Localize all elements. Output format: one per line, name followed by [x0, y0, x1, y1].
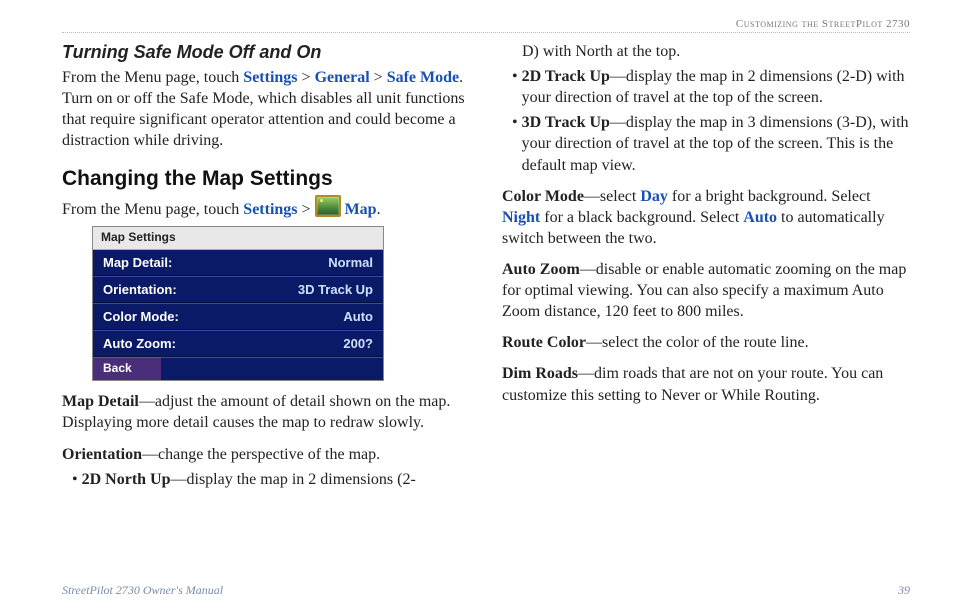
bullet-body: 2D North Up—display the map in 2 dimensi… — [82, 469, 470, 490]
device-row-value: 3D Track Up — [298, 281, 373, 298]
device-row: Auto Zoom: 200? — [93, 330, 383, 357]
device-row: Map Detail: Normal — [93, 250, 383, 276]
device-body: Map Detail: Normal Orientation: 3D Track… — [93, 250, 383, 358]
term-color-mode: Color Mode — [502, 188, 584, 205]
device-row-value: Normal — [328, 254, 373, 271]
link-settings: Settings — [243, 201, 297, 218]
dash: — — [610, 114, 626, 131]
left-column: Turning Safe Mode Off and On From the Me… — [62, 41, 470, 500]
device-row: Orientation: 3D Track Up — [93, 276, 383, 303]
text: From the Menu page, touch — [62, 201, 243, 218]
device-row-label: Map Detail: — [103, 254, 172, 271]
link-night: Night — [502, 209, 540, 226]
bullet-3d-track-up: • 3D Track Up—display the map in 3 dimen… — [512, 112, 910, 175]
term-dim-roads: Dim Roads — [502, 365, 578, 382]
heading-map-settings: Changing the Map Settings — [62, 165, 470, 193]
continuation-text: D) with North at the top. — [522, 41, 910, 62]
device-row-label: Orientation: — [103, 281, 177, 298]
header-breadcrumb: Customizing the StreetPilot 2730 — [62, 18, 910, 30]
page-footer: StreetPilot 2730 Owner's Manual 39 — [62, 583, 910, 598]
text: . — [377, 201, 381, 218]
dash: — — [610, 68, 626, 85]
right-column: D) with North at the top. • 2D Track Up—… — [502, 41, 910, 500]
text: select the color of the route line. — [602, 334, 809, 351]
device-row-value: Auto — [343, 308, 373, 325]
map-icon — [315, 195, 341, 217]
device-row: Color Mode: Auto — [93, 303, 383, 330]
device-footer: Back — [93, 357, 383, 380]
map-detail-paragraph: Map Detail—adjust the amount of detail s… — [62, 391, 470, 433]
dash: — — [580, 261, 596, 278]
device-back-button: Back — [93, 357, 161, 380]
text: > — [298, 69, 315, 86]
link-settings: Settings — [243, 69, 297, 86]
device-screenshot: Map Settings Map Detail: Normal Orientat… — [92, 226, 384, 381]
text: display the map in 2 dimensions (2- — [187, 471, 416, 488]
term-auto-zoom: Auto Zoom — [502, 261, 580, 278]
bullet-mark: • — [512, 66, 518, 108]
device-footer-fill — [161, 357, 383, 380]
dash: — — [142, 446, 158, 463]
bullet-mark: • — [72, 469, 78, 490]
text: select — [600, 188, 640, 205]
footer-left: StreetPilot 2730 Owner's Manual — [62, 583, 223, 598]
link-auto: Auto — [743, 209, 777, 226]
auto-zoom-paragraph: Auto Zoom—disable or enable automatic zo… — [502, 259, 910, 322]
device-row-label: Auto Zoom: — [103, 335, 176, 352]
bullet-2d-track-up: • 2D Track Up—display the map in 2 dimen… — [512, 66, 910, 108]
text: From the Menu page, touch — [62, 69, 243, 86]
heading-safe-mode: Turning Safe Mode Off and On — [62, 41, 470, 65]
dash: — — [586, 334, 602, 351]
link-general: General — [315, 69, 370, 86]
color-mode-paragraph: Color Mode—select Day for a bright backg… — [502, 186, 910, 249]
text: for a bright background. Select — [668, 188, 871, 205]
map-settings-intro: From the Menu page, touch Settings > Map… — [62, 195, 470, 220]
footer-page-number: 39 — [898, 583, 910, 598]
term-3d-track-up: 3D Track Up — [522, 114, 610, 131]
text: > — [298, 201, 315, 218]
link-day: Day — [640, 188, 668, 205]
orientation-paragraph: Orientation—change the perspective of th… — [62, 444, 470, 465]
route-color-paragraph: Route Color—select the color of the rout… — [502, 332, 910, 353]
dash: — — [139, 393, 155, 410]
term-map-detail: Map Detail — [62, 393, 139, 410]
bullet-body: 3D Track Up—display the map in 3 dimensi… — [522, 112, 910, 175]
term-2d-track-up: 2D Track Up — [522, 68, 610, 85]
link-map: Map — [345, 201, 377, 218]
text: change the perspective of the map. — [158, 446, 380, 463]
device-row-value: 200? — [343, 335, 373, 352]
bullet-body: 2D Track Up—display the map in 2 dimensi… — [522, 66, 910, 108]
link-safe-mode: Safe Mode — [387, 69, 459, 86]
safe-mode-paragraph: From the Menu page, touch Settings > Gen… — [62, 67, 470, 151]
bullet-mark: • — [512, 112, 518, 175]
text: for a black background. Select — [540, 209, 743, 226]
dim-roads-paragraph: Dim Roads—dim roads that are not on your… — [502, 363, 910, 405]
term-orientation: Orientation — [62, 446, 142, 463]
term-route-color: Route Color — [502, 334, 586, 351]
dash: — — [578, 365, 594, 382]
bullet-2d-north-up: • 2D North Up—display the map in 2 dimen… — [72, 469, 470, 490]
dash: — — [171, 471, 187, 488]
device-title: Map Settings — [93, 227, 383, 250]
header-rule — [62, 32, 910, 33]
term-2d-north-up: 2D North Up — [82, 471, 171, 488]
dash: — — [584, 188, 600, 205]
text: > — [370, 69, 387, 86]
device-row-label: Color Mode: — [103, 308, 179, 325]
